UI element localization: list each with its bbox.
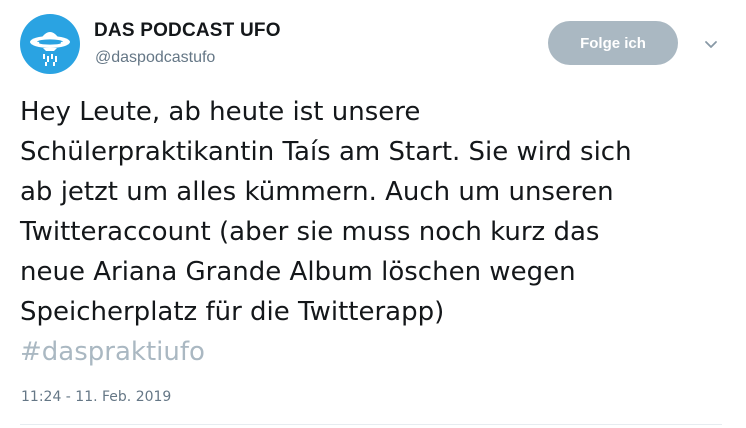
- tweet-text: Hey Leute, ab heute ist unsere Schülerpr…: [20, 92, 730, 372]
- tweet-text-line: Hey Leute, ab heute ist unsere: [20, 97, 421, 127]
- following-button[interactable]: Folge ich: [548, 21, 678, 65]
- divider: [20, 424, 722, 425]
- user-handle[interactable]: @daspodcastufo: [95, 49, 215, 67]
- tweet-text-line: Schülerpraktikantin Taís am Start. Sie w…: [20, 137, 632, 167]
- tweet-text-line: Speicherplatz für die Twitterapp): [20, 297, 445, 327]
- tweet-card: DAS PODCAST UFO @daspodcastufo Folge ich…: [0, 0, 746, 428]
- tweet-text-line: ab jetzt um alles kümmern. Auch um unser…: [20, 177, 614, 207]
- tweet-timestamp[interactable]: 11:24 - 11. Feb. 2019: [21, 389, 171, 405]
- avatar[interactable]: [20, 14, 80, 74]
- ufo-icon: [30, 32, 70, 66]
- display-name[interactable]: DAS PODCAST UFO: [94, 20, 281, 42]
- tweet-text-line: Twitteraccount (aber sie muss noch kurz …: [20, 217, 600, 247]
- chevron-down-icon[interactable]: [700, 36, 722, 54]
- hashtag-link[interactable]: #daspraktiufo: [20, 332, 730, 372]
- tweet-text-line: neue Ariana Grande Album löschen wegen: [20, 257, 576, 287]
